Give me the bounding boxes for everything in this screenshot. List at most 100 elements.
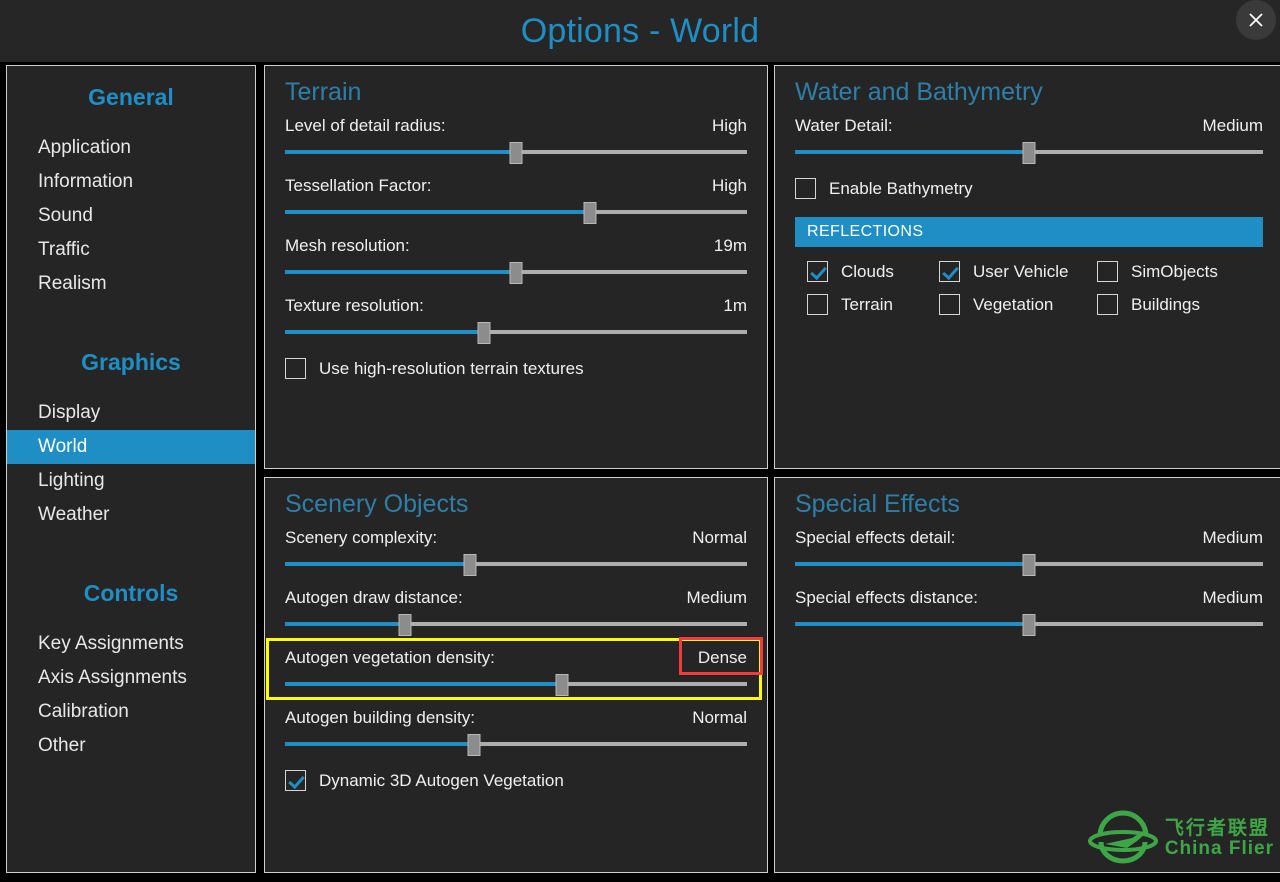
sidebar-item-realism[interactable]: Realism bbox=[7, 267, 255, 301]
slider-fill bbox=[285, 742, 475, 746]
checkbox-label: Terrain bbox=[841, 294, 893, 314]
checkbox-box-icon[interactable] bbox=[939, 261, 960, 282]
checkbox-reflections-simobjects[interactable]: SimObjects bbox=[1097, 261, 1263, 282]
slider-scenery-complexity[interactable] bbox=[285, 554, 747, 576]
setting-value: High bbox=[712, 176, 747, 195]
sidebar-item-sound[interactable]: Sound bbox=[7, 199, 255, 233]
scenery-panel-title: Scenery Objects bbox=[285, 490, 469, 518]
sidebar-item-other[interactable]: Other bbox=[7, 729, 255, 763]
slider-level-of-detail-radius[interactable] bbox=[285, 142, 747, 164]
sidebar-item-display[interactable]: Display bbox=[7, 396, 255, 430]
setting-label: Level of detail radius: bbox=[285, 116, 446, 135]
slider-knob[interactable] bbox=[398, 614, 412, 636]
scenery-objects-panel: Scenery Objects Scenery complexity: Norm… bbox=[264, 477, 768, 873]
setting-value: Dense bbox=[697, 648, 747, 667]
checkbox-reflections-vegetation[interactable]: Vegetation bbox=[939, 294, 1097, 315]
setting-label: Mesh resolution: bbox=[285, 236, 410, 255]
slider-autogen-vegetation-density[interactable] bbox=[285, 674, 747, 696]
watermark-english: China Flier bbox=[1164, 838, 1274, 859]
slider-knob[interactable] bbox=[1022, 142, 1036, 164]
slider-fill bbox=[285, 562, 470, 566]
watermark: 飞行者联盟 China Flier bbox=[1087, 808, 1274, 870]
china-flier-logo-icon bbox=[1087, 810, 1158, 864]
close-icon bbox=[1249, 13, 1263, 27]
sidebar-heading-controls: Controls bbox=[83, 580, 179, 606]
checkbox-label: Buildings bbox=[1131, 294, 1200, 314]
slider-fill bbox=[285, 682, 563, 686]
checkbox-label: Dynamic 3D Autogen Vegetation bbox=[319, 770, 564, 790]
setting-label: Autogen vegetation density: bbox=[285, 648, 495, 667]
sidebar-item-traffic[interactable]: Traffic bbox=[7, 233, 255, 267]
reflections-checkbox-grid: Clouds User Vehicle SimObjects Terrain V… bbox=[795, 255, 1263, 315]
checkbox-label: Vegetation bbox=[973, 294, 1054, 314]
setting-autogen-draw-distance: Autogen draw distance: Medium bbox=[285, 588, 747, 636]
setting-tessellation-factor: Tessellation Factor: High bbox=[285, 176, 747, 224]
terrain-panel: Terrain Level of detail radius: High Tes… bbox=[264, 65, 768, 469]
setting-label: Tessellation Factor: bbox=[285, 176, 432, 195]
setting-special-effects-detail: Special effects detail: Medium bbox=[795, 528, 1263, 576]
checkbox-label: Enable Bathymetry bbox=[829, 178, 973, 198]
slider-knob[interactable] bbox=[509, 142, 523, 164]
slider-knob[interactable] bbox=[467, 734, 481, 756]
checkbox-label: SimObjects bbox=[1131, 261, 1218, 281]
sidebar-group-controls: Controls Key Assignments Axis Assignment… bbox=[7, 580, 255, 763]
slider-knob[interactable] bbox=[463, 554, 477, 576]
checkbox-box-icon[interactable] bbox=[807, 261, 828, 282]
checkbox-box-icon[interactable] bbox=[285, 358, 306, 379]
checkbox-box-icon[interactable] bbox=[807, 294, 828, 315]
sidebar-item-application[interactable]: Application bbox=[7, 131, 255, 165]
checkbox-box-icon[interactable] bbox=[795, 178, 816, 199]
slider-knob[interactable] bbox=[555, 674, 569, 696]
sidebar-item-world[interactable]: World bbox=[7, 430, 255, 464]
checkbox-reflections-buildings[interactable]: Buildings bbox=[1097, 294, 1263, 315]
slider-mesh-resolution[interactable] bbox=[285, 262, 747, 284]
checkbox-reflections-terrain[interactable]: Terrain bbox=[807, 294, 939, 315]
sidebar-item-weather[interactable]: Weather bbox=[7, 498, 255, 532]
slider-fill bbox=[795, 622, 1029, 626]
setting-label: Special effects detail: bbox=[795, 528, 956, 547]
setting-value: 1m bbox=[723, 296, 747, 315]
setting-mesh-resolution: Mesh resolution: 19m bbox=[285, 236, 747, 284]
water-bathymetry-panel: Water and Bathymetry Water Detail: Mediu… bbox=[774, 65, 1280, 469]
slider-special-effects-detail[interactable] bbox=[795, 554, 1263, 576]
water-panel-title: Water and Bathymetry bbox=[795, 78, 1043, 106]
slider-knob[interactable] bbox=[1022, 614, 1036, 636]
setting-label: Water Detail: bbox=[795, 116, 893, 135]
setting-label: Texture resolution: bbox=[285, 296, 424, 315]
slider-tessellation-factor[interactable] bbox=[285, 202, 747, 224]
slider-water-detail[interactable] bbox=[795, 142, 1263, 164]
setting-value: High bbox=[712, 116, 747, 135]
checkbox-dynamic-3d-autogen-vegetation[interactable]: Dynamic 3D Autogen Vegetation bbox=[285, 770, 747, 791]
setting-label: Scenery complexity: bbox=[285, 528, 438, 547]
close-button[interactable] bbox=[1236, 0, 1276, 40]
checkbox-use-high-resolution-terrain-textures[interactable]: Use high-resolution terrain textures bbox=[285, 358, 747, 379]
slider-texture-resolution[interactable] bbox=[285, 322, 747, 344]
slider-knob[interactable] bbox=[583, 202, 597, 224]
checkbox-box-icon[interactable] bbox=[939, 294, 960, 315]
sidebar-item-key-assignments[interactable]: Key Assignments bbox=[7, 627, 255, 661]
sidebar-item-axis-assignments[interactable]: Axis Assignments bbox=[7, 661, 255, 695]
effects-panel-title: Special Effects bbox=[795, 490, 960, 518]
reflections-section-header: REFLECTIONS bbox=[795, 217, 1263, 247]
checkbox-box-icon[interactable] bbox=[1097, 294, 1118, 315]
checkbox-reflections-user-vehicle[interactable]: User Vehicle bbox=[939, 261, 1097, 282]
setting-value: Medium bbox=[1202, 116, 1263, 135]
slider-autogen-draw-distance[interactable] bbox=[285, 614, 747, 636]
setting-scenery-complexity: Scenery complexity: Normal bbox=[285, 528, 747, 576]
checkbox-label: Clouds bbox=[841, 261, 894, 281]
slider-special-effects-distance[interactable] bbox=[795, 614, 1263, 636]
slider-fill bbox=[285, 270, 516, 274]
slider-knob[interactable] bbox=[1022, 554, 1036, 576]
slider-knob[interactable] bbox=[509, 262, 523, 284]
checkbox-enable-bathymetry[interactable]: Enable Bathymetry bbox=[795, 178, 1263, 199]
slider-autogen-building-density[interactable] bbox=[285, 734, 747, 756]
sidebar-item-lighting[interactable]: Lighting bbox=[7, 464, 255, 498]
slider-knob[interactable] bbox=[477, 322, 491, 344]
checkbox-box-icon[interactable] bbox=[285, 770, 306, 791]
sidebar-item-calibration[interactable]: Calibration bbox=[7, 695, 255, 729]
setting-value: Normal bbox=[692, 708, 747, 727]
checkbox-label: User Vehicle bbox=[973, 261, 1069, 281]
sidebar-item-information[interactable]: Information bbox=[7, 165, 255, 199]
checkbox-reflections-clouds[interactable]: Clouds bbox=[807, 261, 939, 282]
checkbox-box-icon[interactable] bbox=[1097, 261, 1118, 282]
